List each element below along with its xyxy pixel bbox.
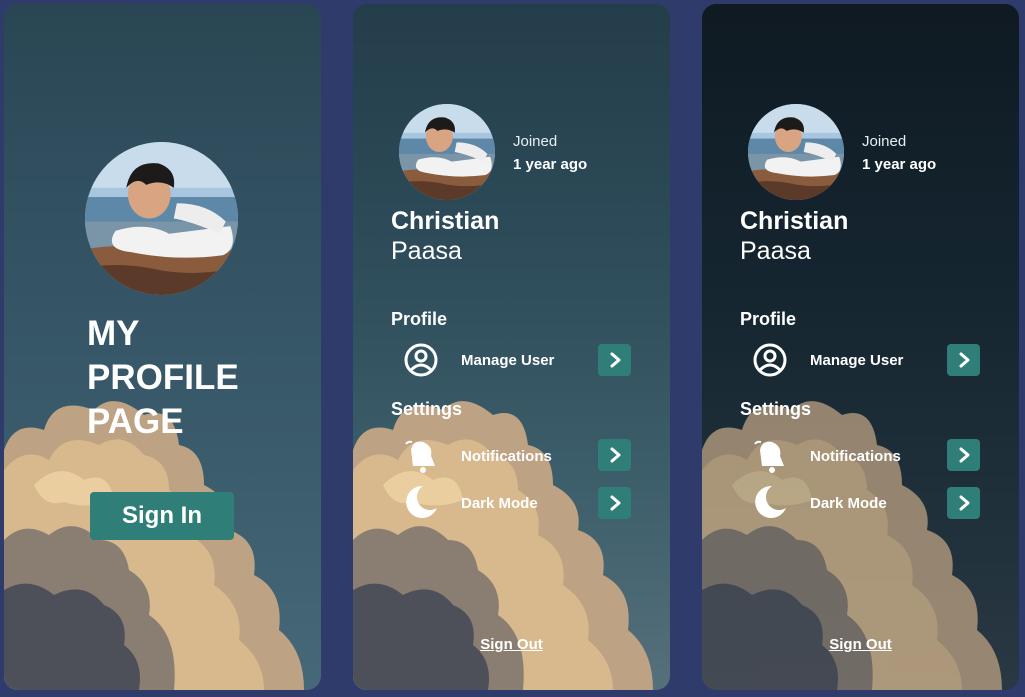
joined-value: 1 year ago (862, 156, 937, 173)
first-name: Christian (740, 207, 849, 235)
chevron-right-icon (610, 495, 621, 511)
user-circle-icon (404, 343, 438, 377)
avatar (399, 104, 495, 200)
profile-screen-light: Joined 1 year ago Christian Paasa Profil… (353, 4, 670, 690)
moon-icon (406, 485, 437, 518)
joined-label: Joined (862, 133, 907, 150)
last-name: Paasa (740, 237, 811, 265)
dark-mode-label: Dark Mode (810, 495, 887, 512)
chevron-right-icon (959, 447, 970, 463)
manage-user-button[interactable] (947, 344, 980, 376)
title-line: MY (87, 314, 140, 353)
title-line: PAGE (87, 402, 184, 441)
title-line: PROFILE (87, 358, 239, 397)
moon-icon (755, 485, 786, 518)
dark-mode-button[interactable] (598, 487, 631, 519)
settings-section-heading: Settings (740, 399, 812, 419)
notifications-label: Notifications (461, 448, 552, 465)
sign-out-link[interactable]: Sign Out (353, 636, 670, 653)
last-name: Paasa (391, 237, 462, 265)
chevron-right-icon (610, 447, 621, 463)
login-screen: MY PROFILE PAGE Sign In (4, 4, 321, 690)
notifications-button[interactable] (947, 439, 980, 471)
joined-label: Joined (513, 133, 558, 150)
manage-user-label: Manage User (461, 352, 555, 369)
bell-icon (754, 440, 784, 473)
page-title: MY PROFILE PAGE (87, 312, 239, 444)
avatar (748, 104, 844, 200)
profile-section-heading: Profile (740, 309, 797, 329)
chevron-right-icon (959, 352, 970, 368)
bell-icon (405, 440, 435, 473)
first-name: Christian (391, 207, 500, 235)
user-circle-icon (753, 343, 787, 377)
notifications-label: Notifications (810, 448, 901, 465)
notifications-button[interactable] (598, 439, 631, 471)
chevron-right-icon (610, 352, 621, 368)
chevron-right-icon (959, 495, 970, 511)
sign-out-link[interactable]: Sign Out (702, 636, 1019, 653)
manage-user-label: Manage User (810, 352, 904, 369)
avatar (85, 142, 238, 295)
profile-section-heading: Profile (391, 309, 448, 329)
joined-value: 1 year ago (513, 156, 588, 173)
dark-mode-button[interactable] (947, 487, 980, 519)
dark-mode-label: Dark Mode (461, 495, 538, 512)
profile-screen-dark: Joined 1 year ago Christian Paasa Profil… (702, 4, 1019, 690)
settings-section-heading: Settings (391, 399, 463, 419)
manage-user-button[interactable] (598, 344, 631, 376)
sign-in-button[interactable]: Sign In (90, 492, 234, 540)
